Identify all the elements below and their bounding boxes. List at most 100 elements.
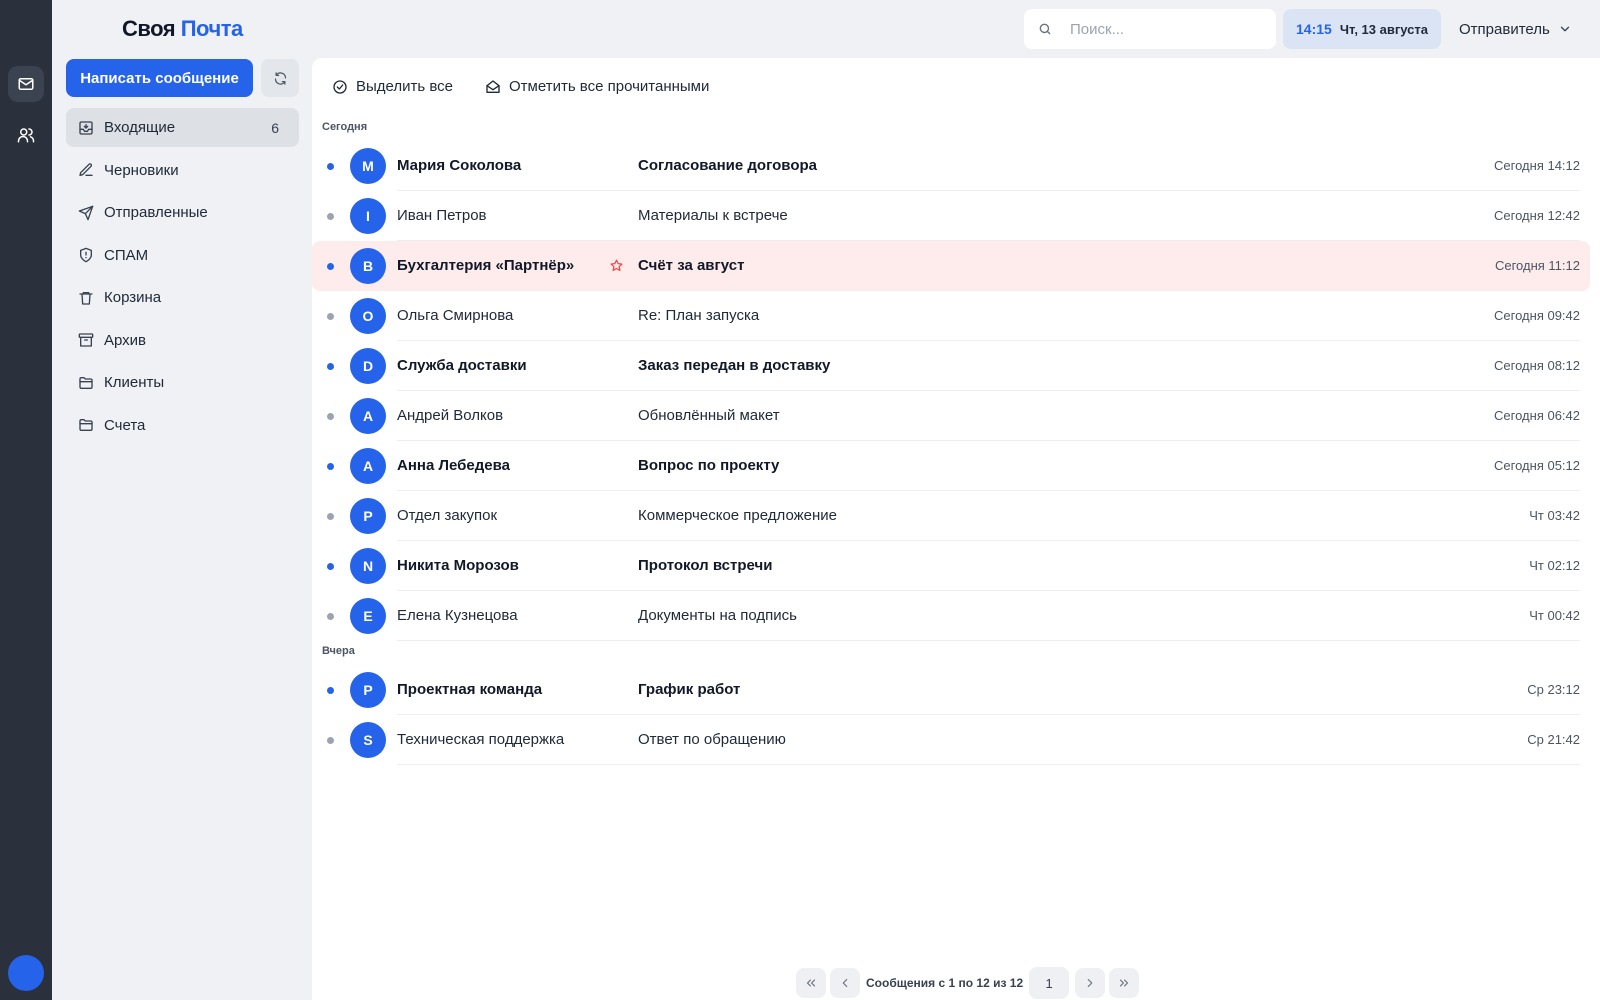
logo-part-1: Своя xyxy=(122,16,176,41)
select-all-button[interactable]: Выделить все xyxy=(332,78,453,95)
message-subject: Согласование договора xyxy=(638,157,817,174)
edit-icon xyxy=(79,163,93,176)
read-dot xyxy=(327,313,334,320)
user-avatar[interactable] xyxy=(8,955,44,991)
folder-sent[interactable]: Отправленные xyxy=(66,193,299,232)
message-from: Бухгалтерия «Партнёр» xyxy=(397,257,575,274)
mark-all-read-button[interactable]: Отметить все прочитанными xyxy=(485,78,709,95)
folder-trash[interactable]: Корзина xyxy=(66,278,299,317)
folder-drafts[interactable]: Черновики xyxy=(66,151,299,190)
folder-label: Архив xyxy=(104,331,147,349)
pagination-info: Сообщения с 1 по 12 из 12 xyxy=(866,976,1024,990)
unread-dot xyxy=(327,563,334,570)
message-time: Чт 03:42 xyxy=(1529,508,1580,523)
search-icon xyxy=(1039,23,1051,35)
message-time: Сегодня 12:42 xyxy=(1494,208,1580,223)
read-dot xyxy=(327,413,334,420)
message-subject: Заказ передан в доставку xyxy=(638,357,831,374)
message-row[interactable]: O Ольга Смирнова Re: План запуска Сегодн… xyxy=(312,291,1590,341)
folder-archive[interactable]: Архив xyxy=(66,321,299,360)
message-from: Техническая поддержка xyxy=(397,731,565,748)
group-header-today: Сегодня xyxy=(322,121,368,133)
message-from: Елена Кузнецова xyxy=(397,607,518,624)
unread-dot xyxy=(327,163,334,170)
folder-label: Черновики xyxy=(104,161,179,179)
message-row[interactable]: I Иван Петров Материалы к встрече Сегодн… xyxy=(312,191,1590,241)
shield-alert-icon xyxy=(80,247,92,263)
read-dot xyxy=(327,513,334,520)
clock-time: 14:15 xyxy=(1296,21,1332,37)
current-page[interactable]: 1 xyxy=(1029,967,1070,999)
message-subject: График работ xyxy=(638,681,741,698)
sender-avatar: O xyxy=(350,298,386,334)
message-time: Ср 23:12 xyxy=(1527,682,1580,697)
refresh-icon xyxy=(274,71,286,85)
message-time: Сегодня 08:12 xyxy=(1494,358,1580,373)
message-subject: Счёт за август xyxy=(638,257,745,274)
unread-dot xyxy=(327,687,334,694)
next-page-button[interactable] xyxy=(1075,968,1106,998)
mail-open-icon xyxy=(486,79,500,93)
message-subject: Вопрос по проекту xyxy=(638,457,780,474)
folder-icon xyxy=(79,376,93,389)
sender-avatar: N xyxy=(350,548,386,584)
clock-date: Чт, 13 августа xyxy=(1339,21,1429,37)
select-all-label: Выделить все xyxy=(356,78,454,95)
message-row[interactable]: D Служба доставки Заказ передан в достав… xyxy=(312,341,1590,391)
row-divider xyxy=(397,640,1580,641)
group-header-yesterday: Вчера xyxy=(322,645,355,657)
folder-label: Входящие xyxy=(104,119,176,136)
message-row[interactable]: N Никита Морозов Протокол встречи Чт 02:… xyxy=(312,541,1590,591)
mail-nav-button[interactable] xyxy=(8,66,44,102)
read-dot xyxy=(327,613,334,620)
sender-avatar: A xyxy=(350,448,386,484)
search-input[interactable] xyxy=(1070,20,1250,38)
chevrons-right-icon xyxy=(1120,979,1129,987)
read-dot xyxy=(327,213,334,220)
last-page-button[interactable] xyxy=(1109,968,1140,998)
compose-button[interactable]: Написать сообщение xyxy=(66,59,253,97)
unread-count-badge: 6 xyxy=(271,119,279,136)
trash-icon xyxy=(79,291,93,305)
prev-page-button[interactable] xyxy=(830,968,860,998)
message-panel: Выделить все Отметить все прочитанными С… xyxy=(312,58,1600,1000)
message-row[interactable]: S Техническая поддержка Ответ по обращен… xyxy=(312,715,1590,765)
search-box xyxy=(1024,9,1276,49)
sender-avatar: P xyxy=(350,672,386,708)
sender-avatar: B xyxy=(350,248,386,284)
message-from: Служба доставки xyxy=(397,357,527,374)
message-from: Мария Соколова xyxy=(397,157,522,174)
first-page-button[interactable] xyxy=(796,968,826,998)
contacts-nav-button[interactable] xyxy=(8,117,44,153)
folder-spam[interactable]: СПАМ xyxy=(66,236,299,275)
message-row[interactable]: P Проектная команда График работ Ср 23:1… xyxy=(312,665,1590,715)
message-time: Сегодня 06:42 xyxy=(1494,408,1580,423)
chevron-left-icon xyxy=(842,978,848,988)
folder-label: Клиенты xyxy=(104,374,165,391)
sender-dropdown[interactable]: Отправитель xyxy=(1459,9,1572,49)
read-dot xyxy=(327,737,334,744)
message-row[interactable]: A Анна Лебедева Вопрос по проекту Сегодн… xyxy=(312,441,1590,491)
folder-invoices[interactable]: Счета xyxy=(66,406,299,445)
message-time: Ср 21:42 xyxy=(1527,732,1580,747)
message-subject: Ответ по обращению xyxy=(638,731,786,748)
message-from: Иван Петров xyxy=(397,207,487,224)
message-from: Никита Морозов xyxy=(397,557,519,574)
message-subject: Протокол встречи xyxy=(638,557,773,574)
folder-label: Корзина xyxy=(104,289,162,306)
refresh-button[interactable] xyxy=(261,59,299,97)
message-row[interactable]: B Бухгалтерия «Партнёр» Счёт за август С… xyxy=(312,241,1590,291)
folder-icon xyxy=(79,419,93,431)
message-toolbar: Выделить все Отметить все прочитанными xyxy=(332,78,741,95)
message-row[interactable]: P Отдел закупок Коммерческое предложение… xyxy=(312,491,1590,541)
pagination: Сообщения с 1 по 12 из 12 1 xyxy=(796,967,1143,999)
sender-avatar: I xyxy=(350,198,386,234)
folder-inbox[interactable]: Входящие 6 xyxy=(66,108,299,147)
star-icon[interactable] xyxy=(610,259,623,272)
message-row[interactable]: M Мария Соколова Согласование договора С… xyxy=(312,141,1590,191)
message-row[interactable]: E Елена Кузнецова Документы на подпись Ч… xyxy=(312,591,1590,641)
message-from: Анна Лебедева xyxy=(397,457,510,474)
folder-clients[interactable]: Клиенты xyxy=(66,363,299,402)
message-row[interactable]: A Андрей Волков Обновлённый макет Сегодн… xyxy=(312,391,1590,441)
message-time: Сегодня 09:42 xyxy=(1494,308,1580,323)
